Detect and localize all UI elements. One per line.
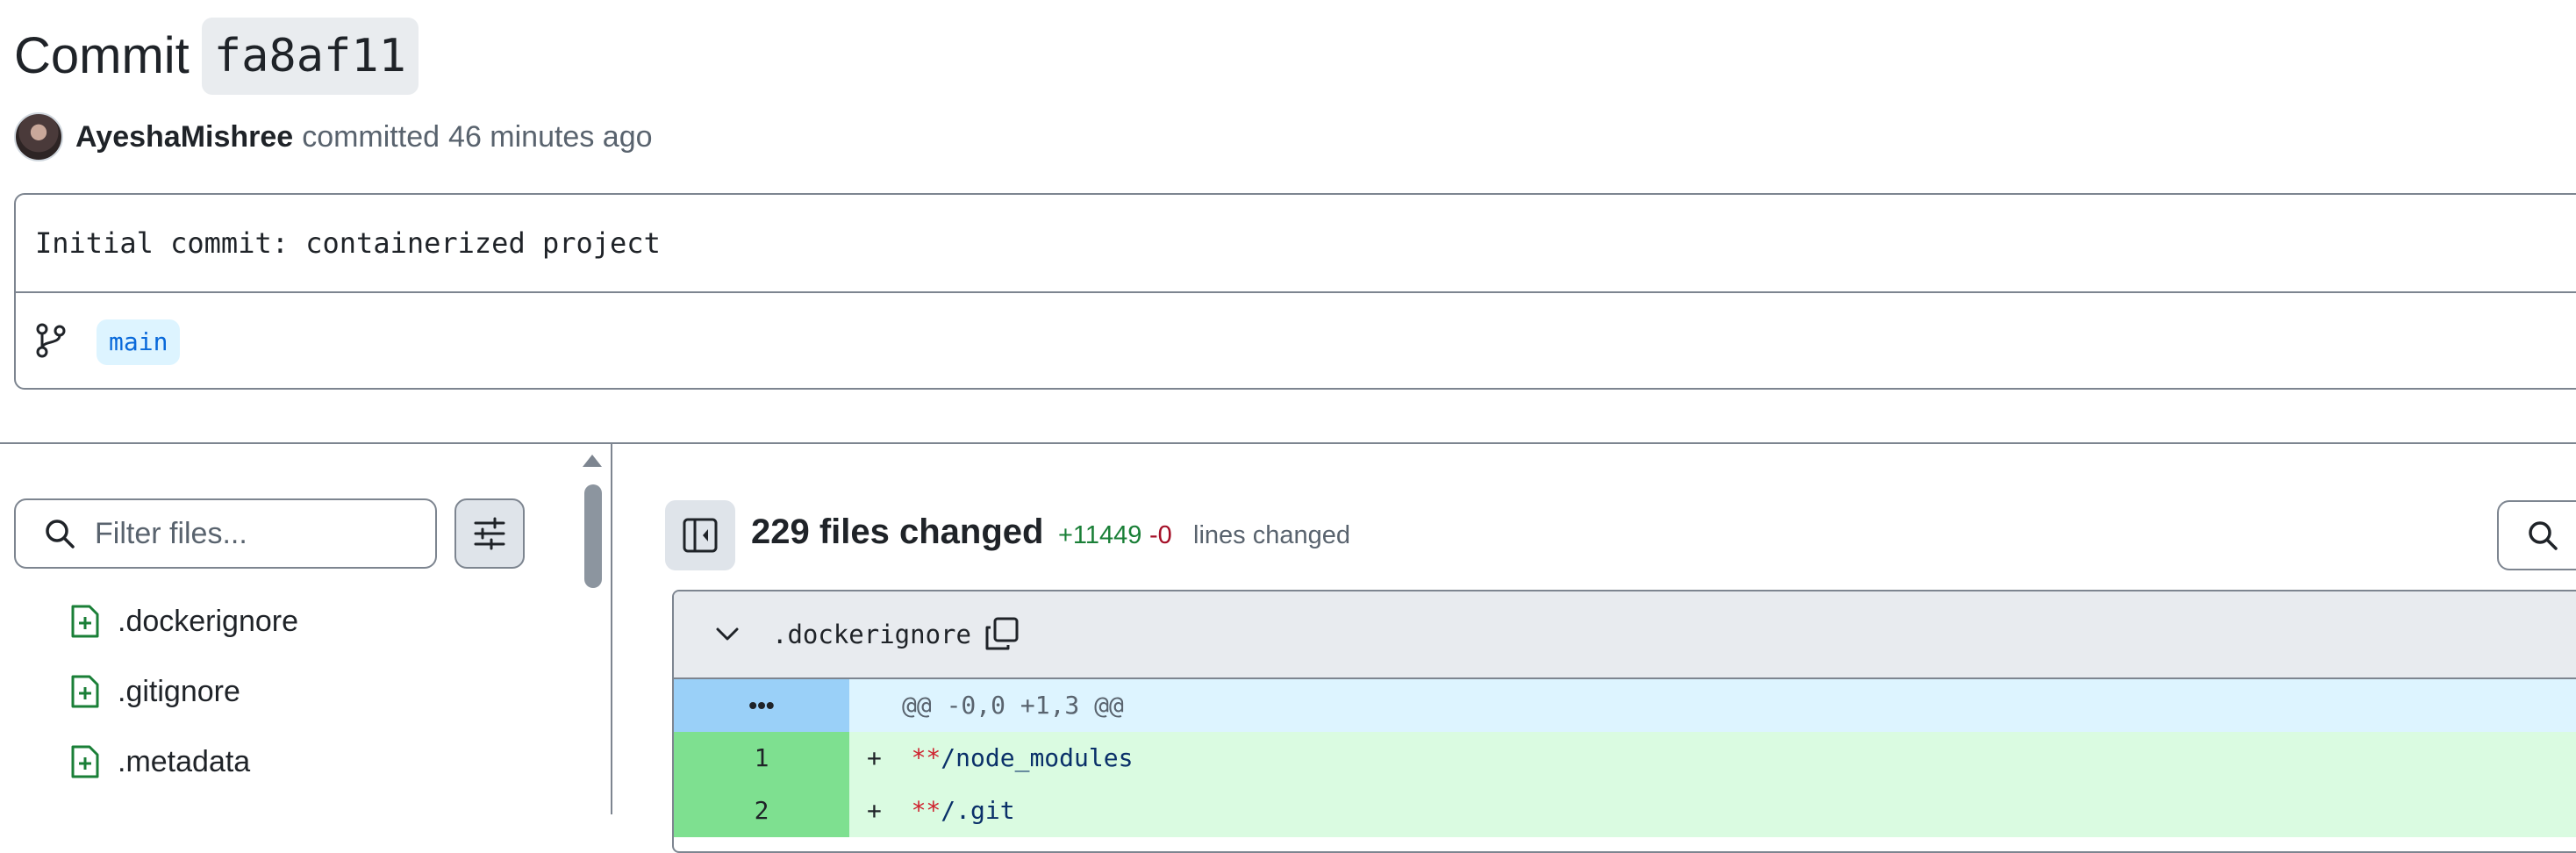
search-icon — [2529, 521, 2558, 550]
diff-line-content: + **/.git — [849, 785, 2576, 837]
chevron-down-icon[interactable] — [712, 620, 742, 649]
deletions-count: -0 — [1149, 521, 1172, 549]
file-diff: .dockerignore ••• @@ -0,0 +1,3 @@ 1 + **… — [672, 590, 2576, 853]
code-token: ** — [911, 796, 941, 825]
file-tree-item-label: .metadata — [118, 744, 251, 778]
code-token: /node_modules — [941, 743, 1134, 772]
diff-sign: + — [867, 796, 882, 825]
file-diff-header: .dockerignore — [674, 591, 2576, 679]
git-branch-icon — [36, 323, 66, 358]
panel-divider[interactable] — [611, 442, 612, 814]
file-tree-item[interactable]: .metadata — [70, 737, 250, 786]
commit-time[interactable]: 46 minutes ago — [448, 120, 653, 154]
toggle-file-tree-button[interactable] — [665, 500, 735, 570]
filter-files-field[interactable] — [14, 498, 437, 569]
diff-line: 2 + **/.git — [674, 785, 2576, 837]
file-tree-item[interactable]: .gitignore — [70, 667, 240, 716]
hunk-header-row: ••• @@ -0,0 +1,3 @@ — [674, 679, 2576, 732]
page-title: Commit fa8af11 — [14, 18, 419, 95]
sidebar-toggle-icon — [683, 518, 718, 553]
commit-message-box: Initial commit: containerized project ma… — [14, 193, 2576, 390]
diff-filename[interactable]: .dockerignore — [772, 620, 971, 649]
diff-line: 1 + **/node_modules — [674, 732, 2576, 785]
additions-count: +11449 — [1058, 521, 1142, 549]
branch-tag[interactable]: main — [97, 319, 181, 365]
search-icon — [46, 520, 75, 548]
author-name[interactable]: AyeshaMishree — [75, 120, 293, 154]
author-line: AyeshaMishree committed 46 minutes ago — [14, 112, 653, 161]
copy-icon[interactable] — [983, 616, 1020, 653]
line-number[interactable]: 2 — [674, 785, 849, 837]
hunk-header: @@ -0,0 +1,3 @@ — [902, 691, 1124, 720]
commit-message: Initial commit: containerized project — [35, 226, 661, 260]
code-token: ** — [911, 743, 941, 772]
lines-changed-label: lines changed — [1193, 521, 1350, 549]
scroll-up-arrow[interactable] — [583, 455, 602, 467]
file-added-icon — [71, 605, 99, 638]
sliders-icon — [474, 517, 505, 550]
file-tree-item[interactable]: .dockerignore — [70, 597, 298, 646]
code-token: /.git — [941, 796, 1015, 825]
file-added-icon — [71, 675, 99, 708]
divider — [16, 291, 2576, 293]
line-number[interactable]: 1 — [674, 732, 849, 785]
file-added-icon — [71, 745, 99, 778]
file-tree-item-label: .gitignore — [118, 674, 240, 708]
commit-sha[interactable]: fa8af11 — [201, 18, 419, 95]
divider — [0, 442, 2576, 444]
expand-hunk-button[interactable]: ••• — [674, 679, 849, 732]
diff-line-content: + **/node_modules — [849, 732, 2576, 785]
commit-action: committed — [302, 119, 440, 154]
diff-sign: + — [867, 743, 882, 772]
file-tree-item-label: .dockerignore — [118, 604, 299, 638]
search-diff-button[interactable] — [2497, 500, 2576, 570]
commit-label: Commit — [14, 27, 190, 84]
files-changed-count: 229 files changed — [751, 513, 1044, 551]
avatar[interactable] — [14, 112, 63, 161]
filter-options-button[interactable] — [454, 498, 525, 569]
filter-files-input[interactable] — [93, 515, 430, 552]
scrollbar-thumb[interactable] — [584, 484, 602, 588]
